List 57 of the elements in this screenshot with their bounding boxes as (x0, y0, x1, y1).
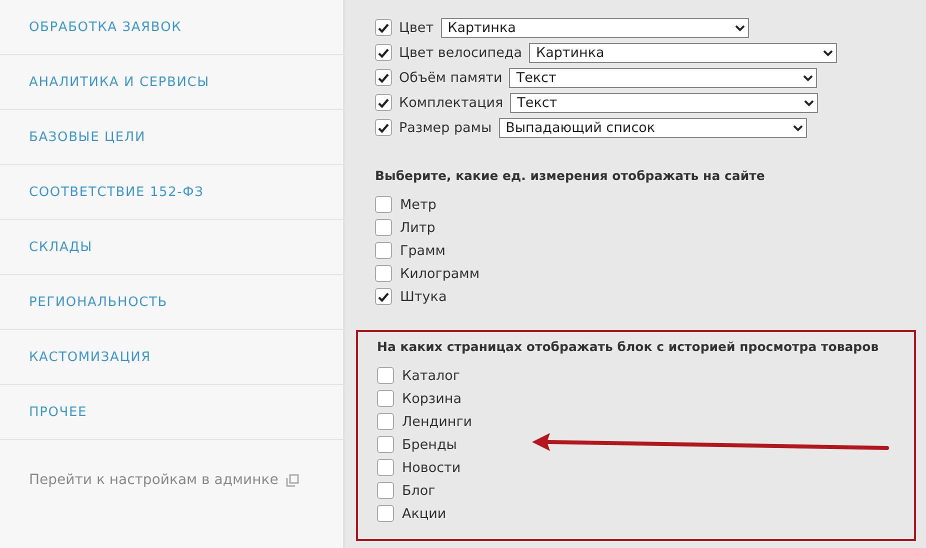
checkbox[interactable] (375, 288, 392, 305)
checkbox[interactable] (375, 242, 392, 259)
checkbox-label: Корзина (402, 390, 462, 406)
checkbox[interactable] (375, 119, 392, 136)
checkbox[interactable] (377, 482, 394, 499)
check-icon (378, 48, 389, 58)
check-icon (378, 122, 389, 132)
checkbox-label: Каталог (402, 368, 460, 384)
sidebar-link[interactable]: АНАЛИТИКА И СЕРВИСЫ (29, 74, 210, 90)
display-type-dropdown[interactable]: Текст (509, 68, 818, 88)
checkbox-label: Новости (402, 460, 461, 476)
checkbox-label: Лендинги (402, 414, 472, 430)
sidebar-link[interactable]: СООТВЕТСТВИЕ 152-ФЗ (29, 184, 204, 200)
check-icon (378, 292, 389, 302)
property-label: Объём памяти (399, 70, 502, 86)
section-heading: Выберите, какие ед. измерения отображать на сайте (375, 167, 766, 185)
sidebar-link[interactable]: ПРОЧЕЕ (29, 404, 87, 420)
checkbox-label: Килограмм (400, 266, 480, 282)
checkbox[interactable] (375, 94, 392, 111)
checkbox[interactable] (375, 69, 392, 86)
display-type-dropdown[interactable]: Картинка (528, 42, 837, 62)
checkbox[interactable] (377, 367, 394, 384)
checkbox[interactable] (375, 44, 392, 61)
check-icon (378, 72, 389, 82)
checkbox[interactable] (377, 459, 394, 476)
property-label: Комплектация (399, 94, 504, 110)
check-icon (378, 22, 389, 32)
property-label: Цвет (399, 20, 434, 36)
checkbox[interactable] (375, 219, 392, 236)
display-type-dropdown[interactable]: Картинка (440, 18, 749, 38)
checkbox[interactable] (377, 505, 394, 522)
checkbox-label: Бренды (402, 436, 457, 452)
checkbox-label: Литр (400, 220, 436, 236)
sidebar-link[interactable]: БАЗОВЫЕ ЦЕЛИ (29, 130, 146, 144)
external-link-icon (286, 474, 300, 486)
admin-settings-link[interactable]: Перейти к настройкам в админке (29, 472, 278, 488)
sidebar-link[interactable]: СКЛАДЫ (29, 240, 92, 254)
section-heading: На каких страницах отображать блок с историей просмотра товаров (377, 338, 880, 356)
checkbox[interactable] (375, 265, 392, 282)
checkbox[interactable] (377, 436, 394, 453)
display-type-dropdown[interactable]: Текст (510, 92, 818, 112)
property-label: Размер рамы (399, 120, 492, 136)
sidebar-link[interactable]: ОБРАБОТКА ЗАЯВОК (29, 20, 182, 34)
checkbox-label: Метр (400, 196, 436, 212)
checkbox-label: Штука (400, 288, 447, 304)
checkbox[interactable] (375, 19, 392, 36)
checkbox[interactable] (375, 196, 392, 213)
checkbox[interactable] (377, 413, 394, 430)
property-label: Цвет велосипеда (399, 44, 522, 60)
sidebar-link[interactable]: КАСТОМИЗАЦИЯ (29, 350, 151, 364)
sidebar-link[interactable]: РЕГИОНАЛЬНОСТЬ (29, 294, 168, 310)
display-type-dropdown[interactable]: Выпадающий список (498, 118, 807, 138)
checkbox-label: Акции (402, 506, 446, 522)
checkbox[interactable] (377, 390, 394, 407)
check-icon (378, 98, 389, 108)
checkbox-label: Грамм (400, 242, 446, 258)
checkbox-label: Блог (402, 482, 436, 498)
